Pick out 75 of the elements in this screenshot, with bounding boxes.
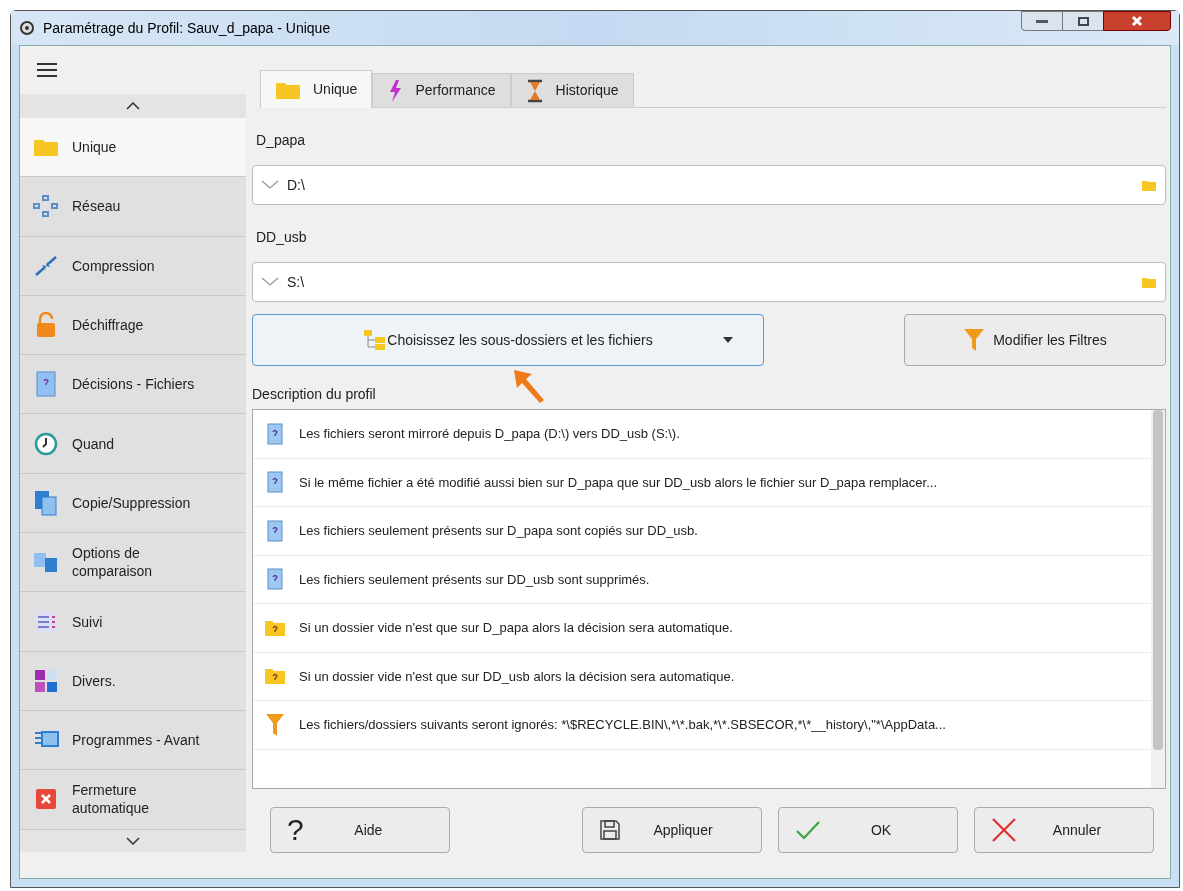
network-nodes-icon [33,195,59,218]
chevron-down-icon[interactable] [261,180,279,190]
app-icon [19,20,35,36]
ok-button[interactable]: OK [778,807,958,853]
compress-arrows-icon [34,254,58,277]
folder-icon[interactable] [1141,275,1157,289]
scrollbar-thumb[interactable] [1153,410,1163,750]
close-square-icon [35,788,57,811]
clock-icon [34,431,58,456]
window-title: Paramétrage du Profil: Sauv_d_papa - Unique [43,18,331,38]
sidebar-item[interactable]: Unique [20,118,246,178]
compare-files-icon [33,550,59,575]
sidebar-item[interactable]: Programmes - Avant [20,710,246,771]
file-question-icon [36,371,56,398]
close-icon [1131,15,1143,27]
apply-button[interactable]: Appliquer [582,807,762,853]
maximize-button[interactable] [1063,11,1103,31]
description-text: Si un dossier vide n'est que sur D_papa alors la décision sera automatique. [299,619,733,637]
unlocked-padlock-icon [35,312,57,339]
hourglass-icon [525,78,544,103]
lightning-icon [387,78,404,103]
cancel-button[interactable]: Annuler [974,807,1154,853]
checkmark-icon [795,819,821,841]
chevron-up-icon [126,102,140,110]
sidebar-item[interactable]: Compression [20,236,246,296]
field-label: D_papa [256,131,307,150]
section-label: Description du profil [252,385,376,404]
tab[interactable]: Performance [372,73,511,107]
question-mark-icon: ? [287,815,304,845]
help-button[interactable]: ? Aide [270,807,450,853]
path-field[interactable]: S:\ [252,262,1166,302]
funnel-icon [963,328,986,352]
file-question-icon [267,568,283,591]
description-text: Si le même fichier a été modifié aussi bien sur D_papa que sur DD_usb alors le fichier sur D_papa remplacer... [299,473,938,492]
sidebar-item[interactable]: Déchiffrage [20,295,246,356]
menu-icon[interactable] [36,62,58,78]
tab[interactable]: Unique [260,70,373,108]
cross-icon [991,817,1017,843]
folder-icon[interactable] [1141,178,1157,192]
path-field[interactable]: D:\ [252,165,1166,205]
minimize-button[interactable] [1021,11,1063,31]
list-icon [34,610,58,633]
tiles-icon [34,668,58,693]
description-text: Les fichiers/dossiers suivants seront ignorés: *\$RECYCLE.BIN\,*\*.bak,*\*.SBSECOR,*\*__history\,"*\AppData... [299,716,946,734]
tab[interactable]: Historique [510,73,634,107]
field-label: DD_usb [256,228,308,247]
description-text: Les fichiers seront mirroré depuis D_papa (D:\) vers DD_usb (S:\). [299,425,680,443]
description-text: Les fichiers seulement présents sur D_papa sont copiés sur DD_usb. [299,522,698,540]
folder-question-icon [264,618,286,637]
sidebar-item[interactable]: Décisions - Fichiers [20,355,246,415]
sidebar-item[interactable]: Réseau [20,177,246,237]
folder-question-icon [264,667,286,686]
sidebar-item[interactable]: Divers. [20,651,246,711]
dropdown-caret-icon [723,337,733,343]
documents-icon [34,489,58,516]
folder-icon [33,137,59,158]
subfolders-dropdown-button[interactable]: Choisissez les sous-dossiers et les fichiers [252,314,764,366]
sidebar-item[interactable]: Options de comparaison [20,533,246,593]
filters-button[interactable]: Modifier les Filtres [904,314,1166,366]
save-icon [599,819,621,841]
file-question-icon [267,422,283,445]
sidebar-item[interactable]: Quand [20,414,246,474]
file-question-icon [267,519,283,542]
close-button[interactable] [1103,11,1171,31]
folder-tree-icon [363,329,388,351]
sidebar-item[interactable]: Fermeture automatique [20,770,246,830]
description-text: Les fichiers seulement présents sur DD_usb sont supprimés. [299,570,650,589]
sidebar-item[interactable]: Copie/Suppression [20,473,246,534]
sidebar-item[interactable]: Suivi [20,592,246,652]
description-text: Si un dossier vide n'est que sur DD_usb alors la décision sera automatique. [299,667,735,686]
chevron-down-icon[interactable] [261,277,279,287]
pointer-arrow-icon [512,368,546,404]
file-question-icon [267,471,283,494]
chevron-down-icon [126,836,140,845]
funnel-icon [265,712,285,737]
